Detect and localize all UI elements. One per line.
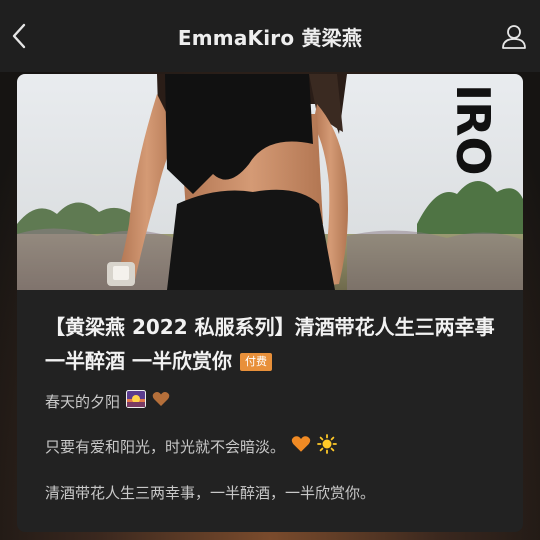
post-card: IRO 【黄梁燕 2022 私服系列】清酒带花人生三两幸事 一半醉酒 一半欣赏你… (17, 74, 523, 532)
post-title[interactable]: 【黄梁燕 2022 私服系列】清酒带花人生三两幸事 一半醉酒 一半欣赏你 付费 (45, 310, 505, 378)
orange-heart-icon (291, 435, 311, 457)
cover-brand-text: IRO (446, 84, 500, 176)
post-content: 【黄梁燕 2022 私服系列】清酒带花人生三两幸事 一半醉酒 一半欣赏你 付费 春… (45, 310, 505, 503)
user-icon (502, 25, 526, 49)
author-name: 春天的夕阳 (45, 392, 121, 411)
paid-badge: 付费 (239, 353, 272, 371)
post-paragraph: 只要有爱和阳光，时光就不会暗淡。 (45, 434, 505, 458)
top-navigation-bar: EmmaKiro 黄梁燕 (0, 0, 540, 72)
chevron-left-icon (12, 23, 26, 49)
post-paragraph-2: 清酒带花人生三两幸事，一半醉酒，一半欣赏你。 (45, 484, 376, 502)
profile-button[interactable] (500, 22, 528, 50)
paragraph-text-1: 只要有爱和阳光，时光就不会暗淡。 (45, 437, 286, 456)
sunset-emoji-icon (126, 390, 147, 412)
sun-icon (317, 434, 337, 458)
back-button[interactable] (8, 22, 30, 50)
page-title: EmmaKiro 黄梁燕 (177, 25, 363, 50)
cover-image[interactable]: IRO (17, 74, 523, 290)
post-author[interactable]: 春天的夕阳 (45, 390, 505, 412)
brown-heart-icon (152, 391, 170, 411)
